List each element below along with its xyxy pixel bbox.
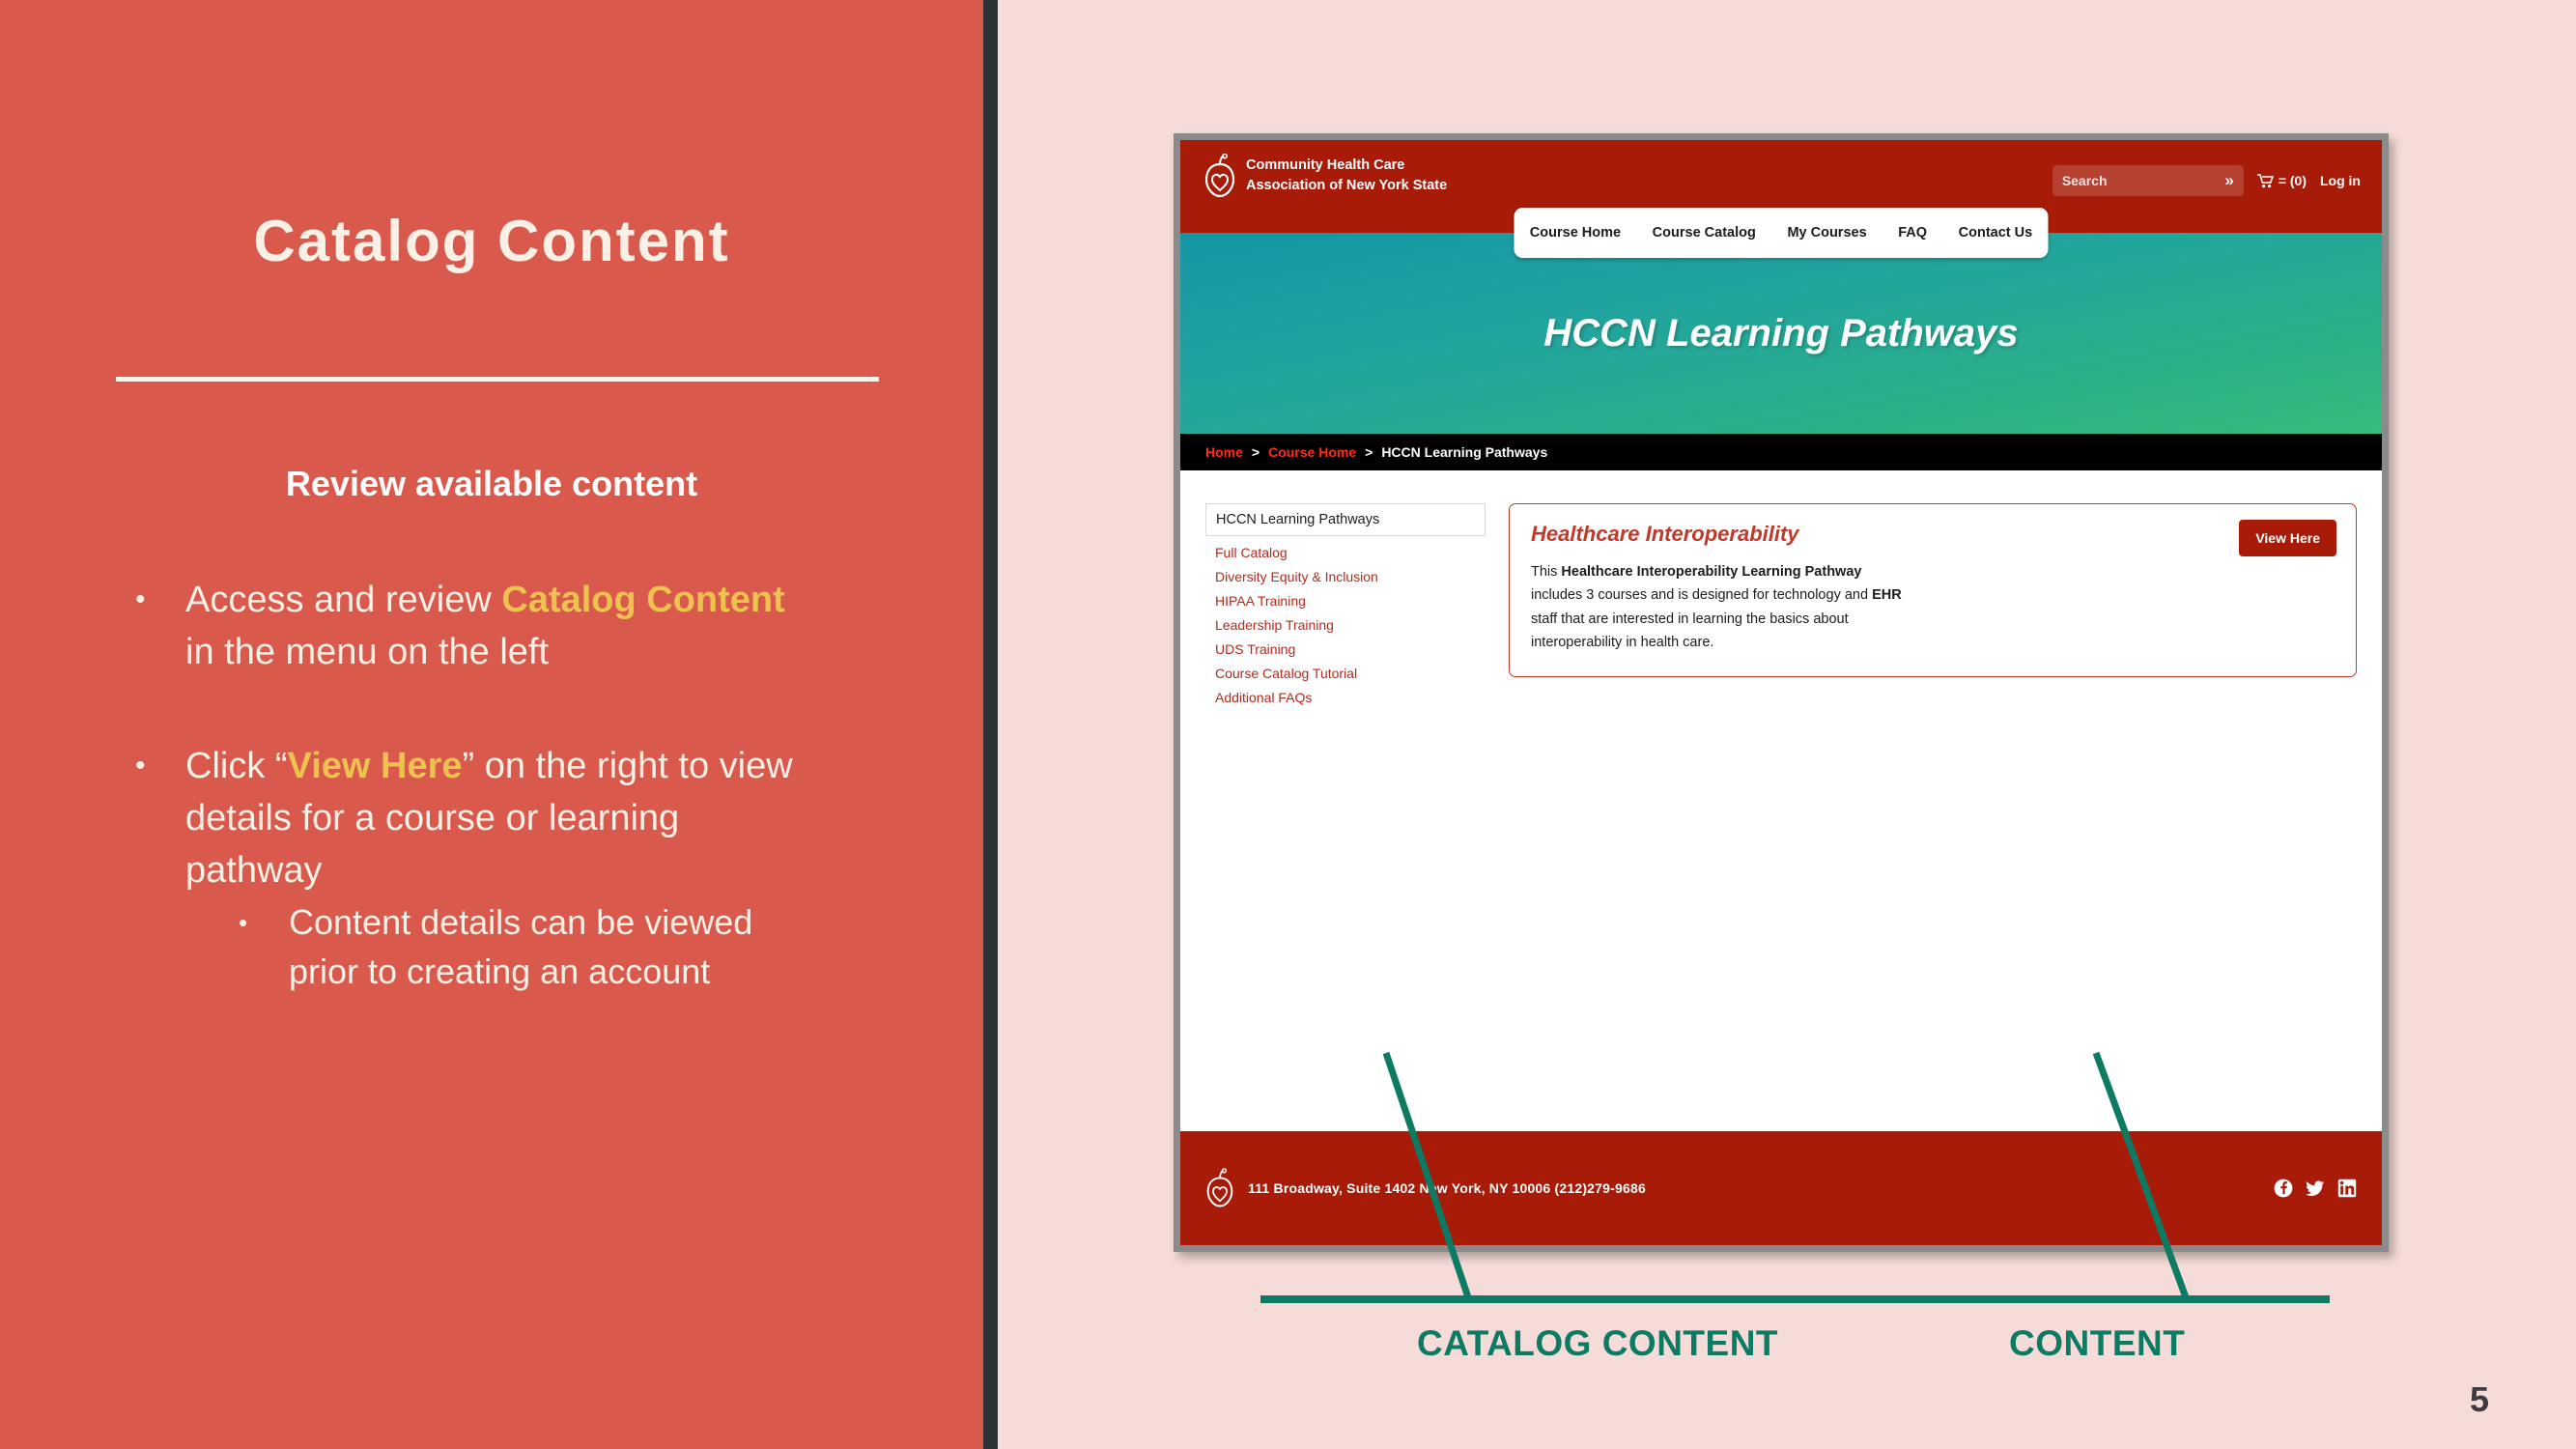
twitter-icon[interactable] bbox=[2306, 1179, 2325, 1198]
breadcrumb-item-home[interactable]: Home bbox=[1205, 444, 1243, 460]
sub-bullet-list: • Content details can be viewed prior to… bbox=[239, 897, 811, 996]
list-item: • Click “View Here” on the right to view… bbox=[135, 741, 811, 996]
page-title: Catalog Content bbox=[253, 209, 730, 273]
search-placeholder-text: Search bbox=[2061, 173, 2108, 188]
panel-divider bbox=[983, 0, 998, 1449]
view-here-button[interactable]: View Here bbox=[2239, 520, 2336, 556]
site-logo[interactable]: Community Health Care Association of New… bbox=[1203, 154, 1447, 198]
bullet-marker: • bbox=[135, 749, 146, 781]
bullet-highlight: View Here bbox=[287, 745, 463, 786]
chcanys-apple-heart-logo-icon bbox=[1206, 1168, 1233, 1208]
logo-line-2: Association of New York State bbox=[1246, 178, 1448, 193]
sub-bullet-text: Content details can be viewed prior to c… bbox=[289, 901, 753, 991]
bullet-text-post: in the menu on the left bbox=[185, 631, 550, 672]
primary-nav: Course Home Course Catalog My Courses FA… bbox=[1514, 208, 2049, 258]
hero-banner: HCCN Learning Pathways bbox=[1180, 233, 2382, 434]
cart-count-label: = (0) bbox=[2278, 173, 2307, 188]
catalog-content-sidebar: HCCN Learning Pathways Full Catalog Dive… bbox=[1205, 503, 1486, 749]
nav-item-my-courses[interactable]: My Courses bbox=[1787, 225, 1866, 241]
breadcrumb-separator: > bbox=[1365, 444, 1373, 460]
page-body: HCCN Learning Pathways Full Catalog Dive… bbox=[1180, 470, 2382, 749]
nav-item-course-catalog[interactable]: Course Catalog bbox=[1653, 225, 1756, 241]
bullet-list: • Access and review Catalog Content in t… bbox=[135, 575, 811, 1025]
card-text-bold-2: EHR bbox=[1872, 587, 1902, 604]
login-link[interactable]: Log in bbox=[2320, 173, 2361, 188]
bullet-text: Click “View Here” on the right to view d… bbox=[185, 741, 811, 996]
linkedin-icon[interactable] bbox=[2337, 1179, 2357, 1198]
sidebar-item-additional-faqs[interactable]: Additional FAQs bbox=[1205, 681, 1486, 705]
breadcrumb-item-course-home[interactable]: Course Home bbox=[1268, 444, 1356, 460]
sidebar-item-hipaa-training[interactable]: HIPAA Training bbox=[1205, 584, 1486, 609]
content-card-title: Healthcare Interoperability bbox=[1531, 522, 1799, 546]
site-header: Community Health Care Association of New… bbox=[1180, 140, 2382, 258]
facebook-icon[interactable] bbox=[2274, 1179, 2293, 1198]
chcanys-apple-heart-logo-icon bbox=[1204, 154, 1235, 198]
nav-item-faq[interactable]: FAQ bbox=[1898, 225, 1927, 241]
breadcrumb-separator: > bbox=[1251, 444, 1260, 460]
website-screenshot-frame: Community Health Care Association of New… bbox=[1174, 133, 2389, 1252]
hero-title: HCCN Learning Pathways bbox=[1543, 311, 2019, 355]
logo-wordmark: Community Health Care Association of New… bbox=[1246, 156, 1447, 196]
bullet-marker: • bbox=[135, 583, 146, 615]
site-footer: 111 Broadway, Suite 1402 New York, NY 10… bbox=[1180, 1131, 2382, 1245]
sidebar-item-leadership-training[interactable]: Leadership Training bbox=[1205, 609, 1486, 633]
bullet-text-pre: Access and review bbox=[185, 580, 502, 620]
sub-bullet-marker: • bbox=[239, 907, 248, 937]
nav-item-course-home[interactable]: Course Home bbox=[1530, 225, 1621, 241]
card-text-mid: includes 3 courses and is designed for t… bbox=[1531, 587, 1873, 604]
breadcrumb-item-current: HCCN Learning Pathways bbox=[1381, 444, 1548, 460]
sub-list-item: • Content details can be viewed prior to… bbox=[239, 897, 811, 996]
nav-item-contact-us[interactable]: Contact Us bbox=[1959, 225, 2033, 241]
card-text-bold-1: Healthcare Interoperability Learning Pat… bbox=[1561, 564, 1862, 580]
sidebar-header: HCCN Learning Pathways bbox=[1205, 503, 1486, 536]
content-card: Healthcare Interoperability This Healthc… bbox=[1509, 503, 2357, 677]
page-number: 5 bbox=[2469, 1379, 2489, 1419]
double-chevron-right-icon[interactable]: » bbox=[2224, 171, 2233, 190]
title-underline-rule bbox=[116, 377, 879, 382]
header-utility-group: Search » = (0) Log in bbox=[2052, 165, 2361, 196]
cart-indicator[interactable]: = (0) bbox=[2256, 173, 2307, 188]
sidebar-item-uds-training[interactable]: UDS Training bbox=[1205, 633, 1486, 657]
list-item: • Access and review Catalog Content in t… bbox=[135, 575, 811, 679]
footer-address: 111 Broadway, Suite 1402 New York, NY 10… bbox=[1248, 1180, 1646, 1196]
slide-canvas: Catalog Content Review available content… bbox=[0, 0, 2576, 1449]
card-text-pre: This bbox=[1531, 564, 1562, 580]
shopping-cart-icon bbox=[2256, 173, 2274, 187]
bullet-highlight: Catalog Content bbox=[501, 580, 785, 620]
logo-line-1: Community Health Care bbox=[1246, 156, 1405, 173]
bullet-text: Access and review Catalog Content in the… bbox=[185, 575, 811, 679]
search-input[interactable]: Search » bbox=[2052, 165, 2244, 196]
breadcrumb: Home > Course Home > HCCN Learning Pathw… bbox=[1180, 434, 2382, 470]
slide-subheading: Review available content bbox=[285, 464, 698, 503]
bullet-text-pre: Click “ bbox=[185, 745, 288, 786]
card-text-post: staff that are interested in learning th… bbox=[1531, 611, 1849, 651]
sidebar-item-course-catalog-tutorial[interactable]: Course Catalog Tutorial bbox=[1205, 657, 1486, 681]
sidebar-item-diversity-equity-inclusion[interactable]: Diversity Equity & Inclusion bbox=[1205, 560, 1486, 584]
website-screenshot: Community Health Care Association of New… bbox=[1180, 140, 2382, 1245]
social-links bbox=[2274, 1179, 2357, 1198]
callout-label-catalog-content: CATALOG CONTENT bbox=[1417, 1323, 1779, 1363]
content-card-description: This Healthcare Interoperability Learnin… bbox=[1531, 560, 1908, 654]
callout-label-content: CONTENT bbox=[2009, 1323, 2186, 1363]
sidebar-item-full-catalog[interactable]: Full Catalog bbox=[1205, 536, 1486, 560]
